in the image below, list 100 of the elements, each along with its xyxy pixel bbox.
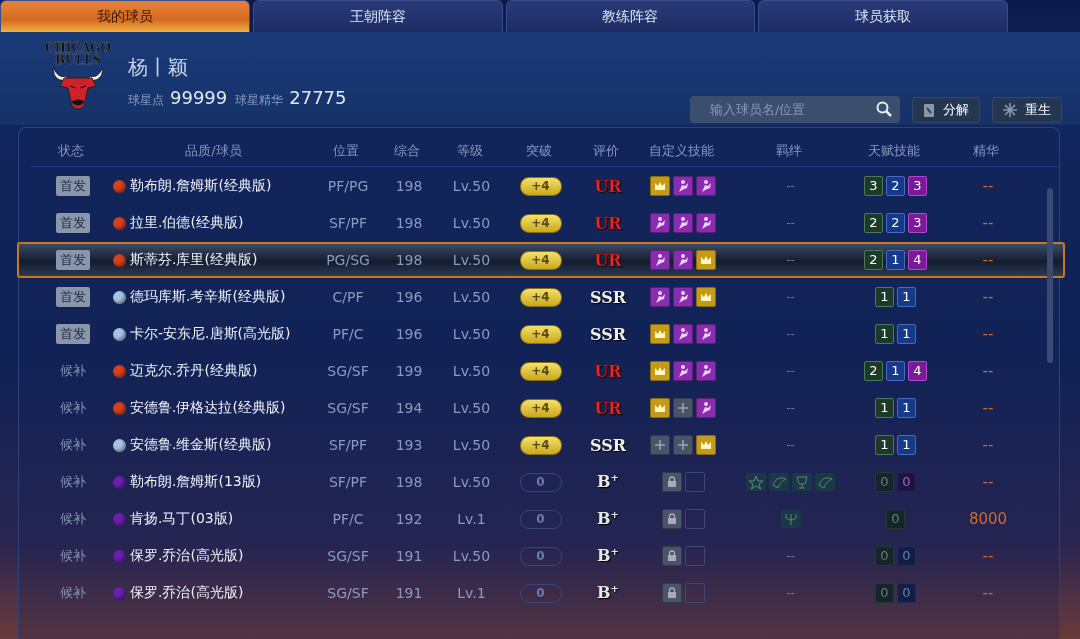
overall-text: 196 xyxy=(395,289,423,305)
player-name: 德玛库斯.考辛斯(经典版) xyxy=(130,288,286,306)
position-text: SG/SF xyxy=(327,363,369,379)
breakthrough-pill: +4 xyxy=(519,250,562,270)
position-text: SG/SF xyxy=(327,585,369,601)
starter-badge: 首发 xyxy=(56,250,90,270)
talent-level: 1 xyxy=(875,435,894,455)
player-icon xyxy=(699,179,713,193)
position-text: SG/SF xyxy=(327,548,369,564)
bond-text: -- xyxy=(786,179,795,193)
rating-text: B$^{+}$ xyxy=(597,472,619,492)
plus-icon xyxy=(655,440,665,450)
overall-text: 199 xyxy=(395,363,423,379)
position-text: SF/PF xyxy=(328,474,368,490)
talent-level: 2 xyxy=(886,176,905,196)
essence-text: -- xyxy=(982,214,994,232)
position-text: SG/SF xyxy=(327,400,369,416)
player-icon xyxy=(699,364,713,378)
talent-level: 3 xyxy=(908,176,927,196)
talent-level: 2 xyxy=(886,213,905,233)
rating-text: UR xyxy=(594,176,622,196)
overall-text: 198 xyxy=(395,474,423,490)
player-icon xyxy=(699,327,713,341)
bull-head-icon xyxy=(50,66,106,112)
tab[interactable]: 王朝阵容 xyxy=(252,0,503,32)
breakthrough-pill: 0 xyxy=(519,583,562,603)
level-text: Lv.50 xyxy=(452,363,491,379)
tab[interactable]: 球员获取 xyxy=(758,0,1008,32)
talent-level: 1 xyxy=(897,287,916,307)
talent-level: 1 xyxy=(897,398,916,418)
breakthrough-pill: 0 xyxy=(519,546,562,566)
scroll-bar[interactable] xyxy=(1047,188,1053,363)
talent-level: 1 xyxy=(875,324,894,344)
essence-text: -- xyxy=(982,399,994,417)
essence-text: -- xyxy=(982,251,994,269)
player-name: 卡尔-安东尼.唐斯(高光版) xyxy=(130,325,291,343)
talent-level: 0 xyxy=(886,509,905,529)
status-text: 候补 xyxy=(60,473,86,491)
breakthrough-pill: +4 xyxy=(519,398,562,418)
rating-text: UR xyxy=(594,213,622,233)
card-icon xyxy=(923,102,935,118)
status-text: 候补 xyxy=(60,436,86,454)
rating-text: UR xyxy=(594,361,622,381)
search-field[interactable]: 输入球员名/位置 xyxy=(690,96,900,123)
status-text: 候补 xyxy=(60,399,86,417)
position-text: SF/PF xyxy=(328,215,368,231)
level-text: Lv.50 xyxy=(452,400,491,416)
logo-text: CHICAGO xyxy=(44,42,112,54)
rating-text: UR xyxy=(594,398,622,418)
player-name: 斯蒂芬.库里(经典版) xyxy=(130,251,258,269)
bond-text: -- xyxy=(786,253,795,267)
bond-text: -- xyxy=(786,327,795,341)
talent-level: 2 xyxy=(864,250,883,270)
logo-text: BULLS xyxy=(54,54,102,66)
bond-text: -- xyxy=(786,216,795,230)
player-icon xyxy=(676,327,690,341)
star-icon xyxy=(746,473,766,491)
essence-text: 8000 xyxy=(968,510,1008,528)
essence-text: -- xyxy=(982,584,994,602)
level-text: Lv.50 xyxy=(452,252,491,268)
player-icon xyxy=(676,290,690,304)
level-text: Lv.50 xyxy=(452,548,491,564)
plus-icon xyxy=(678,440,688,450)
reborn-button[interactable]: 重生 xyxy=(992,97,1062,123)
cup-icon xyxy=(792,473,812,491)
talent-level: 0 xyxy=(875,546,894,566)
tab[interactable]: 教练阵容 xyxy=(505,0,756,32)
talent-level: 0 xyxy=(897,546,916,566)
overall-text: 191 xyxy=(395,548,423,564)
column-header: 精华 xyxy=(973,142,999,160)
talent-level: 1 xyxy=(897,435,916,455)
breakthrough-pill: +4 xyxy=(519,176,562,196)
search-icon[interactable] xyxy=(876,101,892,117)
player-name: 迈克尔.乔丹(经典版) xyxy=(130,362,258,380)
level-text: Lv.50 xyxy=(452,178,491,194)
player-icon xyxy=(699,216,713,230)
talent-level: 2 xyxy=(864,361,883,381)
talent-level: 0 xyxy=(897,472,916,492)
crown-icon xyxy=(654,329,666,339)
lock-icon xyxy=(666,513,677,525)
level-text: Lv.50 xyxy=(452,437,491,453)
talent-level: 3 xyxy=(864,176,883,196)
talent-level: 1 xyxy=(875,287,894,307)
essence-text: -- xyxy=(982,325,994,343)
overall-text: 196 xyxy=(395,326,423,342)
tab[interactable]: 我的球员 xyxy=(0,0,250,32)
rating-text: SSR xyxy=(589,287,627,307)
bond-text: -- xyxy=(786,438,795,452)
player-icon xyxy=(699,401,713,415)
talent-level: 1 xyxy=(897,324,916,344)
status-text: 候补 xyxy=(60,510,86,528)
column-header: 评价 xyxy=(593,142,619,160)
decompose-button[interactable]: 分解 xyxy=(912,97,980,123)
player-icon xyxy=(676,253,690,267)
stat-value: 27775 xyxy=(289,87,347,108)
position-text: SF/PF xyxy=(328,437,368,453)
essence-text: -- xyxy=(982,177,994,195)
rating-text: B$^{+}$ xyxy=(597,583,619,603)
stat-label: 球星精华 xyxy=(235,92,284,109)
player-name: 保罗.乔治(高光版) xyxy=(130,547,244,565)
